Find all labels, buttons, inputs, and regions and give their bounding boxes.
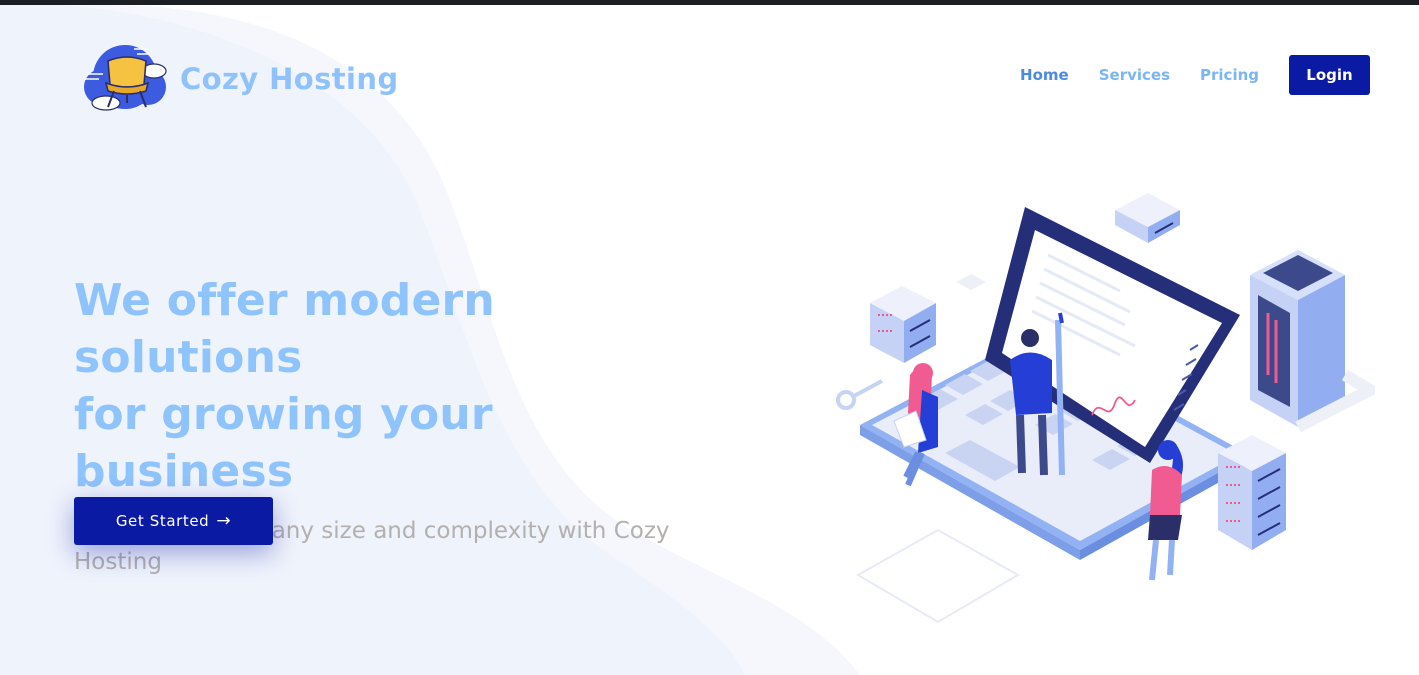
cloud-armchair-logo-icon bbox=[84, 45, 167, 111]
site-header: Cozy Hosting Home Services Pricing Login bbox=[0, 5, 1419, 145]
hero-illustration bbox=[836, 193, 1375, 624]
nav-link-home[interactable]: Home bbox=[1020, 66, 1069, 84]
nav-link-services[interactable]: Services bbox=[1099, 66, 1170, 84]
hero-title: We offer modern solutions for growing yo… bbox=[74, 272, 714, 500]
hero-title-line-2: for growing your business bbox=[74, 389, 493, 497]
login-button[interactable]: Login bbox=[1289, 55, 1370, 95]
main-nav: Home Services Pricing Login bbox=[1020, 55, 1370, 95]
get-started-button[interactable]: Get Started → bbox=[74, 497, 273, 545]
brand-name: Cozy Hosting bbox=[180, 62, 399, 96]
nav-link-pricing[interactable]: Pricing bbox=[1200, 66, 1259, 84]
brand-logo-link[interactable]: Cozy Hosting bbox=[82, 41, 399, 117]
hero-title-line-1: We offer modern solutions bbox=[74, 275, 495, 383]
arrow-right-icon: → bbox=[216, 511, 232, 531]
get-started-label: Get Started bbox=[115, 512, 210, 530]
